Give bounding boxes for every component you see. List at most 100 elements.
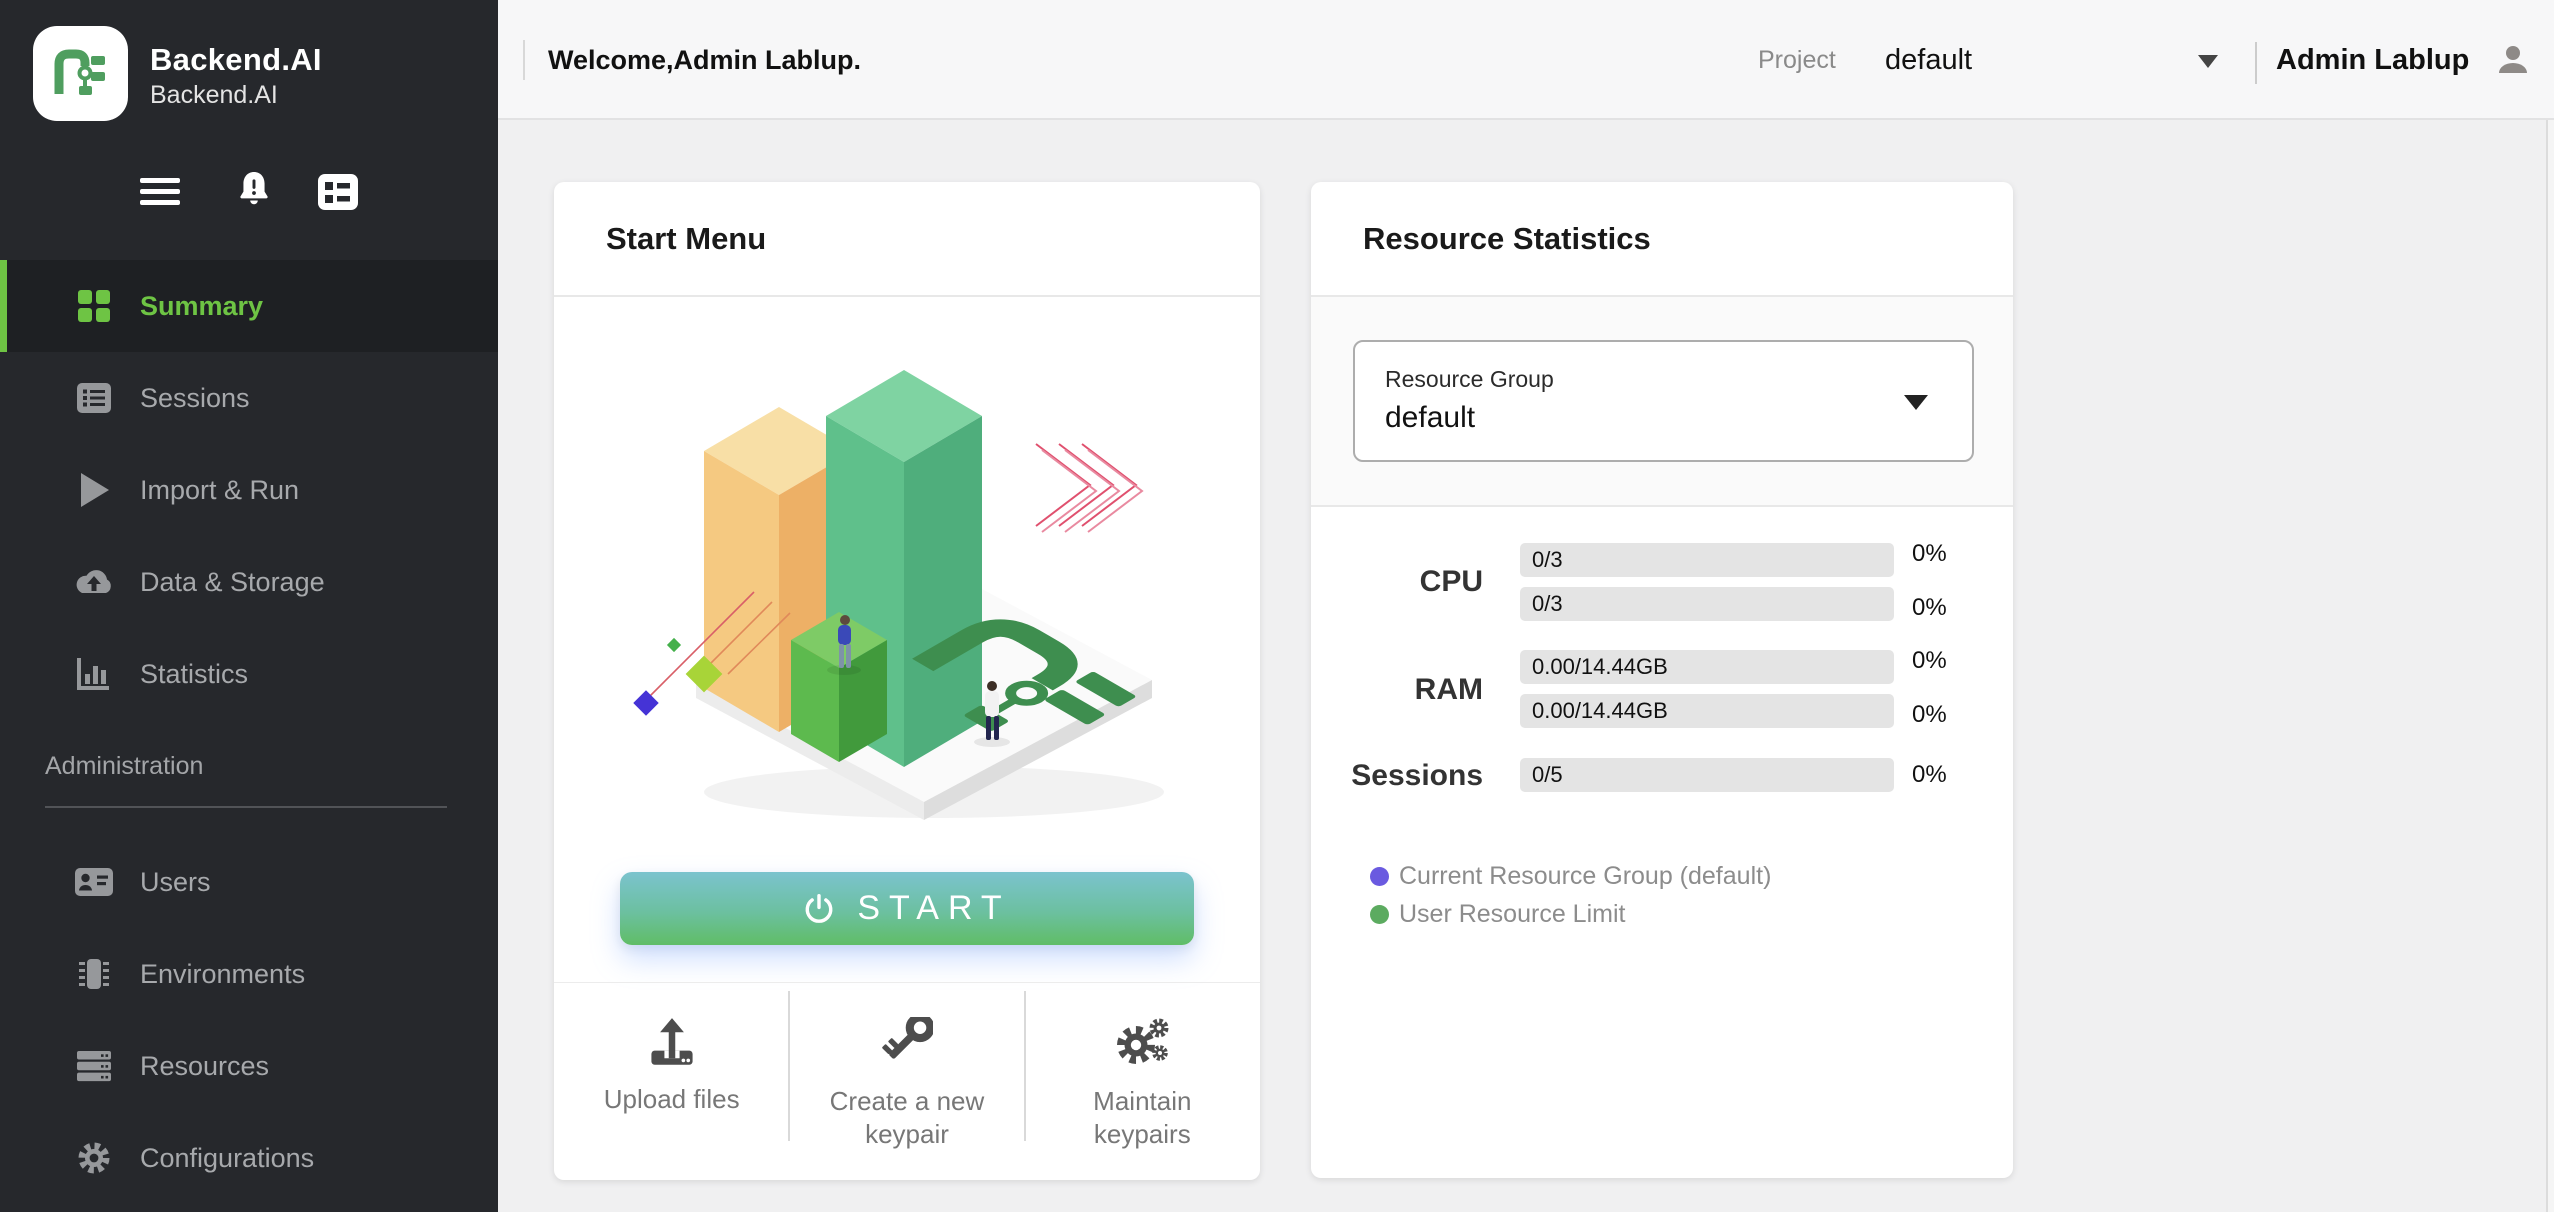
gauge-label-cpu: CPU — [1311, 565, 1483, 599]
create-keypair-action[interactable]: Create a new keypair — [789, 983, 1024, 1180]
sidebar-item-label: Users — [140, 867, 211, 898]
resource-gauges: CPU 0/3 0% 0/3 0% RAM 0.00/14.44GB 0% 0.… — [1311, 507, 2013, 862]
resource-group-select[interactable]: Resource Group default — [1353, 340, 1974, 462]
resource-group-value: default — [1385, 401, 1942, 435]
sidebar-item-sessions[interactable]: Sessions — [0, 352, 498, 444]
sidebar-main-menu: Summary Sessions Import & Run — [0, 260, 498, 720]
gauge-percent: 0% — [1912, 758, 1947, 792]
gauge-percent: 0% — [1912, 644, 1947, 678]
hamburger-menu-icon[interactable] — [136, 168, 184, 216]
gauge-percent: 0% — [1912, 591, 1947, 625]
sidebar: Backend.AI Backend.AI — [0, 0, 498, 1212]
action-label: Upload files — [592, 1083, 752, 1116]
project-select[interactable]: default — [1885, 0, 1972, 120]
brand: Backend.AI Backend.AI — [33, 26, 322, 121]
brand-title: Backend.AI — [150, 42, 322, 78]
chevron-down-icon — [1904, 395, 1928, 410]
server-stack-icon — [68, 1048, 120, 1084]
user-menu[interactable]: Admin Lablup — [2276, 0, 2531, 120]
topbar-divider — [523, 40, 525, 80]
legend-label: Current Resource Group (default) — [1399, 862, 1771, 891]
sidebar-item-label: Summary — [140, 291, 263, 322]
resource-group-label: Resource Group — [1385, 366, 1942, 393]
sidebar-item-label: Configurations — [140, 1143, 314, 1174]
sidebar-item-label: Environments — [140, 959, 305, 990]
sidebar-item-resources[interactable]: Resources — [0, 1020, 498, 1112]
start-button[interactable]: START — [620, 872, 1194, 945]
sidebar-item-summary[interactable]: Summary — [0, 260, 498, 352]
key-icon — [881, 1017, 933, 1069]
gauge-legend: Current Resource Group (default) User Re… — [1370, 857, 1771, 933]
resource-statistics-title: Resource Statistics — [1311, 182, 2013, 297]
project-select-value: default — [1885, 44, 1972, 77]
legend-dot-green — [1370, 905, 1389, 924]
legend-item: User Resource Limit — [1370, 895, 1771, 933]
sidebar-item-data-storage[interactable]: Data & Storage — [0, 536, 498, 628]
gauge-label-sessions: Sessions — [1311, 759, 1483, 793]
brand-text: Backend.AI Backend.AI — [150, 42, 322, 110]
sidebar-item-users[interactable]: Users — [0, 836, 498, 928]
summary-grid-icon — [68, 286, 120, 326]
user-avatar-icon — [2495, 42, 2531, 78]
sidebar-admin-menu: Users Environments — [0, 836, 498, 1204]
sidebar-item-import-run[interactable]: Import & Run — [0, 444, 498, 536]
gauge-label-ram: RAM — [1311, 673, 1483, 707]
chip-icon — [68, 954, 120, 994]
gauge-bar: 0/3 — [1520, 587, 1894, 621]
scrollbar-track[interactable] — [2546, 120, 2554, 1212]
gauge-bar: 0.00/14.44GB — [1520, 694, 1894, 728]
sidebar-toolbar — [0, 168, 498, 218]
id-card-icon — [68, 866, 120, 898]
gears-icon — [1114, 1017, 1170, 1069]
start-menu-title: Start Menu — [554, 182, 1260, 297]
gauge-bar: 0.00/14.44GB — [1520, 650, 1894, 684]
sidebar-item-label: Statistics — [140, 659, 248, 690]
gauge-percent: 0% — [1912, 537, 1947, 571]
legend-dot-purple — [1370, 867, 1389, 886]
action-label: Create a new keypair — [827, 1085, 987, 1150]
cloud-upload-icon — [68, 566, 120, 598]
gear-icon — [68, 1139, 120, 1177]
start-menu-card: Start Menu — [554, 182, 1260, 1180]
gauge-bar: 0/3 — [1520, 543, 1894, 577]
notification-bell-icon[interactable] — [232, 168, 276, 216]
user-name: Admin Lablup — [2276, 44, 2469, 77]
sidebar-item-configurations[interactable]: Configurations — [0, 1112, 498, 1204]
quick-actions: Upload files Create a new keypair — [554, 982, 1260, 1180]
sidebar-item-label: Sessions — [140, 383, 250, 414]
section-divider — [45, 806, 447, 808]
chevron-down-icon[interactable] — [2198, 55, 2218, 68]
legend-item: Current Resource Group (default) — [1370, 857, 1771, 895]
action-label: Maintain keypairs — [1062, 1085, 1222, 1150]
power-icon — [803, 893, 835, 925]
gauge-percent: 0% — [1912, 698, 1947, 732]
sidebar-item-label: Data & Storage — [140, 567, 325, 598]
backend-ai-console: Backend.AI Backend.AI — [0, 0, 2554, 1212]
project-label: Project — [1758, 0, 1836, 120]
sidebar-item-label: Resources — [140, 1051, 269, 1082]
topbar-divider — [2255, 42, 2257, 84]
play-icon — [68, 471, 120, 509]
resource-statistics-card: Resource Statistics Resource Group defau… — [1311, 182, 2013, 1178]
main-content: Start Menu — [498, 120, 2554, 1212]
upload-files-action[interactable]: Upload files — [554, 983, 789, 1180]
sidebar-item-statistics[interactable]: Statistics — [0, 628, 498, 720]
start-illustration — [604, 322, 1184, 822]
sessions-list-icon — [68, 381, 120, 415]
dashboard-list-icon[interactable] — [314, 168, 362, 216]
administration-section-label: Administration — [45, 752, 203, 781]
start-button-label: START — [857, 889, 1010, 928]
maintain-keypairs-action[interactable]: Maintain keypairs — [1025, 983, 1260, 1180]
backend-ai-logo-icon — [49, 42, 113, 106]
upload-icon — [646, 1017, 698, 1067]
sidebar-item-environments[interactable]: Environments — [0, 928, 498, 1020]
resource-group-section: Resource Group default — [1311, 297, 2013, 507]
bar-chart-icon — [68, 656, 120, 692]
brand-subtitle: Backend.AI — [150, 81, 322, 110]
backend-ai-logo — [33, 26, 128, 121]
gauge-bar: 0/5 — [1520, 758, 1894, 792]
legend-label: User Resource Limit — [1399, 900, 1625, 929]
sidebar-item-label: Import & Run — [140, 475, 299, 506]
welcome-message: Welcome,Admin Lablup. — [548, 0, 861, 120]
topbar: Welcome,Admin Lablup. Project default Ad… — [498, 0, 2554, 120]
